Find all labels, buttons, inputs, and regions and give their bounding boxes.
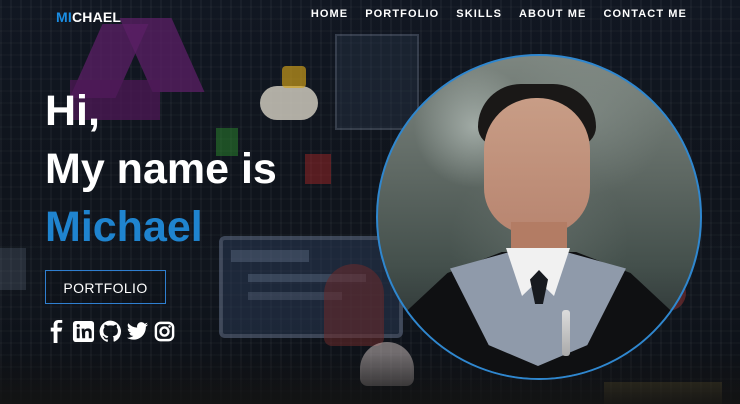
nav-contact-link[interactable]: CONTACT ME: [603, 8, 687, 20]
social-links: [45, 320, 176, 343]
brand-rest: CHAEL: [71, 9, 122, 25]
nav-about-link[interactable]: ABOUT ME: [519, 8, 586, 20]
nav-home-link[interactable]: HOME: [311, 8, 348, 20]
twitter-icon[interactable]: [126, 320, 149, 343]
background-pixel-art: [282, 66, 306, 88]
top-nav: MICHAEL HOME PORTFOLIO SKILLS ABOUT ME C…: [0, 0, 740, 32]
instagram-icon[interactable]: [153, 320, 176, 343]
nav-portfolio-link[interactable]: PORTFOLIO: [365, 8, 439, 20]
profile-photo: [376, 54, 702, 380]
brand-logo[interactable]: MICHAEL: [56, 9, 121, 25]
brand-accent: MI: [56, 9, 72, 25]
hero-greeting: Hi,: [45, 87, 100, 135]
hero-name: Michael: [45, 203, 203, 251]
hero-section: Hi, My name is Michael PORTFOLIO: [45, 82, 277, 343]
background-pixel-art: [0, 248, 26, 290]
linkedin-icon[interactable]: [72, 320, 95, 343]
facebook-icon[interactable]: [45, 320, 68, 343]
background-pixel-art: [335, 34, 419, 130]
background-pixel-art: [324, 264, 384, 346]
hero-intro: My name is: [45, 145, 277, 193]
nav-links: HOME PORTFOLIO SKILLS ABOUT ME CONTACT M…: [311, 8, 687, 20]
background-pixel-art: [305, 154, 331, 184]
nav-skills-link[interactable]: SKILLS: [456, 8, 502, 20]
github-icon[interactable]: [99, 320, 122, 343]
profile-photo-face: [484, 98, 590, 234]
portfolio-button[interactable]: PORTFOLIO: [45, 270, 166, 304]
profile-photo-tassel: [562, 310, 570, 356]
